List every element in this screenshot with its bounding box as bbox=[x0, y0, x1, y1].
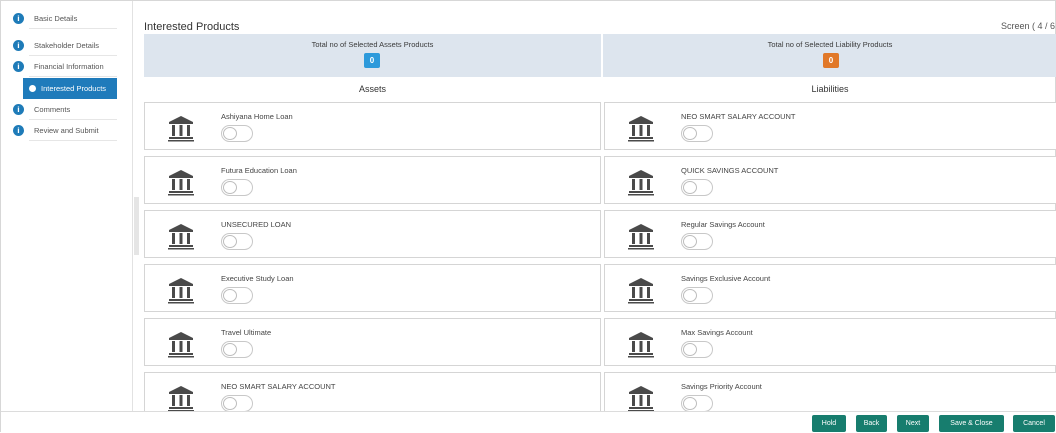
sidebar-item-financial-information[interactable]: i Financial Information bbox=[13, 56, 117, 77]
product-select-toggle[interactable] bbox=[681, 179, 713, 196]
assets-summary-caption: Total no of Selected Assets Products bbox=[311, 40, 434, 49]
sidebar-item-label: Interested Products bbox=[41, 84, 107, 93]
sidebar-item-review-and-submit[interactable]: i Review and Submit bbox=[13, 120, 117, 141]
asset-product-card: UNSECURED LOAN bbox=[144, 210, 601, 258]
sidebar-item-label: Financial Information bbox=[34, 61, 104, 71]
splitter-handle[interactable] bbox=[134, 197, 139, 255]
bank-icon bbox=[168, 224, 194, 250]
toggle-knob bbox=[683, 397, 697, 410]
bank-icon bbox=[628, 278, 654, 304]
toggle-knob bbox=[223, 289, 237, 302]
product-select-toggle[interactable] bbox=[221, 395, 253, 411]
product-name: UNSECURED LOAN bbox=[221, 220, 292, 229]
bank-icon bbox=[168, 332, 194, 358]
toggle-knob bbox=[683, 181, 697, 194]
asset-product-card: Futura Education Loan bbox=[144, 156, 601, 204]
toggle-knob bbox=[223, 343, 237, 356]
product-name: Max Savings Account bbox=[681, 328, 753, 337]
asset-product-card: NEO SMART SALARY ACCOUNT bbox=[144, 372, 601, 411]
asset-product-card: Executive Study Loan bbox=[144, 264, 601, 312]
sidebar-item-label: Stakeholder Details bbox=[34, 40, 100, 50]
app-frame: i Basic Details i Stakeholder Details i … bbox=[0, 0, 1056, 433]
toggle-knob bbox=[223, 397, 237, 410]
bank-icon bbox=[628, 332, 654, 358]
bank-icon bbox=[628, 170, 654, 196]
liability-product-card: NEO SMART SALARY ACCOUNT bbox=[604, 102, 1056, 150]
liabilities-count-badge: 0 bbox=[823, 53, 839, 68]
info-icon: i bbox=[13, 61, 24, 72]
screen-indicator: Screen ( 4 / 6 bbox=[1000, 21, 1055, 31]
product-name: Savings Priority Account bbox=[681, 382, 762, 391]
footer-bar: Hold Back Next Save & Close Cancel bbox=[1, 411, 1056, 433]
toggle-knob bbox=[683, 235, 697, 248]
bank-icon bbox=[628, 386, 654, 411]
asset-product-card: Travel Ultimate bbox=[144, 318, 601, 366]
bank-icon bbox=[168, 278, 194, 304]
bank-icon bbox=[168, 116, 194, 142]
product-select-toggle[interactable] bbox=[681, 341, 713, 358]
liabilities-summary: Total no of Selected Liability Products … bbox=[603, 34, 1056, 77]
product-select-toggle[interactable] bbox=[221, 233, 253, 250]
product-select-toggle[interactable] bbox=[681, 125, 713, 142]
liability-product-card: Savings Priority Account bbox=[604, 372, 1056, 411]
liability-product-card: Savings Exclusive Account bbox=[604, 264, 1056, 312]
product-name: Travel Ultimate bbox=[221, 328, 272, 337]
product-name: NEO SMART SALARY ACCOUNT bbox=[221, 382, 336, 391]
product-name: Futura Education Loan bbox=[221, 166, 297, 175]
sidebar-item-interested-products[interactable]: Interested Products bbox=[23, 78, 117, 99]
assets-summary: Total no of Selected Assets Products 0 bbox=[144, 34, 601, 77]
page-title: Interested Products bbox=[144, 21, 240, 33]
product-select-toggle[interactable] bbox=[221, 341, 253, 358]
sidebar-item-label: Comments bbox=[34, 104, 71, 114]
product-name: Savings Exclusive Account bbox=[681, 274, 771, 283]
assets-count-badge: 0 bbox=[364, 53, 380, 68]
current-step-icon bbox=[29, 85, 36, 92]
liability-product-card: QUICK SAVINGS ACCOUNT bbox=[604, 156, 1056, 204]
save-and-close-button[interactable]: Save & Close bbox=[939, 415, 1004, 432]
bank-icon bbox=[168, 386, 194, 411]
asset-product-card: Ashiyana Home Loan bbox=[144, 102, 601, 150]
bank-icon bbox=[628, 116, 654, 142]
toggle-knob bbox=[683, 289, 697, 302]
sidebar: i Basic Details i Stakeholder Details i … bbox=[1, 1, 133, 411]
toggle-knob bbox=[223, 235, 237, 248]
product-name: Ashiyana Home Loan bbox=[221, 112, 293, 121]
liabilities-summary-caption: Total no of Selected Liability Products bbox=[767, 40, 893, 49]
bank-icon bbox=[628, 224, 654, 250]
info-icon: i bbox=[13, 40, 24, 51]
cancel-button[interactable]: Cancel bbox=[1013, 415, 1055, 432]
sidebar-item-label: Basic Details bbox=[34, 13, 78, 23]
toggle-knob bbox=[223, 181, 237, 194]
product-name: QUICK SAVINGS ACCOUNT bbox=[681, 166, 779, 175]
sidebar-item-basic-details[interactable]: i Basic Details bbox=[13, 8, 117, 29]
info-icon: i bbox=[13, 125, 24, 136]
product-select-toggle[interactable] bbox=[681, 395, 713, 411]
product-select-toggle[interactable] bbox=[681, 287, 713, 304]
back-button[interactable]: Back bbox=[856, 415, 887, 432]
product-name: Regular Savings Account bbox=[681, 220, 765, 229]
product-select-toggle[interactable] bbox=[221, 287, 253, 304]
product-select-toggle[interactable] bbox=[681, 233, 713, 250]
next-button[interactable]: Next bbox=[897, 415, 929, 432]
product-select-toggle[interactable] bbox=[221, 179, 253, 196]
sidebar-item-stakeholder-details[interactable]: i Stakeholder Details bbox=[13, 35, 117, 56]
toggle-knob bbox=[683, 127, 697, 140]
toggle-knob bbox=[683, 343, 697, 356]
product-name: NEO SMART SALARY ACCOUNT bbox=[681, 112, 796, 121]
assets-column-heading: Assets bbox=[358, 84, 386, 94]
info-icon: i bbox=[13, 104, 24, 115]
toggle-knob bbox=[223, 127, 237, 140]
sidebar-item-comments[interactable]: i Comments bbox=[13, 99, 117, 120]
hold-button[interactable]: Hold bbox=[812, 415, 846, 432]
liabilities-column-heading: Liabilities bbox=[811, 84, 849, 94]
product-name: Executive Study Loan bbox=[221, 274, 294, 283]
product-select-toggle[interactable] bbox=[221, 125, 253, 142]
bank-icon bbox=[168, 170, 194, 196]
info-icon: i bbox=[13, 13, 24, 24]
liability-product-card: Max Savings Account bbox=[604, 318, 1056, 366]
sidebar-item-label: Review and Submit bbox=[34, 125, 99, 135]
liability-product-card: Regular Savings Account bbox=[604, 210, 1056, 258]
